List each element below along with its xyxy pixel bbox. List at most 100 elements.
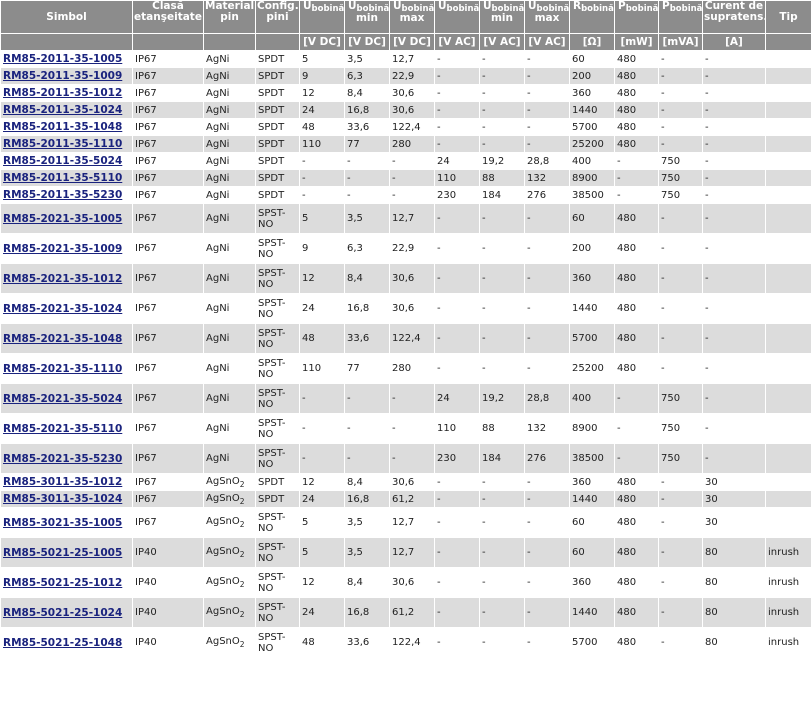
- p-cell: -: [615, 414, 658, 443]
- header-simbol[interactable]: Simbol: [1, 1, 132, 33]
- r-cell: 200: [570, 234, 614, 263]
- material-cell: AgNi: [204, 85, 255, 101]
- p-cell: 480: [615, 51, 658, 67]
- material-cell: AgNi: [204, 187, 255, 203]
- p2-cell: 750: [659, 170, 702, 186]
- material-cell: AgNi: [204, 170, 255, 186]
- p-cell: 480: [615, 85, 658, 101]
- product-link[interactable]: RM85-2011-35-1005: [3, 53, 122, 65]
- u-dc-max-cell: 61,2: [390, 491, 434, 507]
- header-r[interactable]: Rbobină: [570, 1, 614, 33]
- unit-cell: [Ω]: [570, 34, 614, 50]
- product-link[interactable]: RM85-2011-35-1048: [3, 121, 122, 133]
- p2-cell: -: [659, 508, 702, 537]
- u-ac-max-cell: -: [525, 508, 569, 537]
- product-link[interactable]: RM85-3021-35-1005: [3, 517, 122, 529]
- clasa-cell: IP67: [133, 102, 203, 118]
- u-dc-min-cell: 33,6: [345, 119, 389, 135]
- simbol-cell: RM85-2021-35-1012: [1, 264, 132, 293]
- simbol-cell: RM85-3011-35-1024: [1, 491, 132, 507]
- product-link[interactable]: RM85-2021-35-1110: [3, 363, 122, 375]
- curent-cell: -: [703, 153, 765, 169]
- u-ac-max-cell: 28,8: [525, 384, 569, 413]
- material-cell: AgNi: [204, 384, 255, 413]
- u-dc-cell: -: [300, 414, 344, 443]
- header-tip[interactable]: Tip: [766, 1, 811, 33]
- u-ac-min-cell: 88: [480, 170, 524, 186]
- u-ac-cell: -: [435, 85, 479, 101]
- u-dc-cell: 5: [300, 538, 344, 567]
- clasa-cell: IP67: [133, 68, 203, 84]
- config-cell: SPDT: [256, 187, 299, 203]
- header-u-dc-max[interactable]: Ubobină max: [390, 1, 434, 33]
- product-link[interactable]: RM85-2021-35-5110: [3, 423, 122, 435]
- product-link[interactable]: RM85-2021-35-1009: [3, 243, 122, 255]
- product-link[interactable]: RM85-2021-35-1048: [3, 333, 122, 345]
- u-dc-max-cell: 12,7: [390, 538, 434, 567]
- u-ac-max-cell: -: [525, 119, 569, 135]
- p2-cell: -: [659, 354, 702, 383]
- header-p[interactable]: Pbobină: [615, 1, 658, 33]
- clasa-cell: IP67: [133, 204, 203, 233]
- u-ac-max-cell: 132: [525, 414, 569, 443]
- r-cell: 5700: [570, 324, 614, 353]
- product-link[interactable]: RM85-2021-35-1024: [3, 303, 122, 315]
- product-link[interactable]: RM85-2021-35-5230: [3, 453, 122, 465]
- header-curent[interactable]: Curent de supratens.: [703, 1, 765, 33]
- u-dc-min-cell: -: [345, 414, 389, 443]
- header-u-ac-min[interactable]: Ubobină min: [480, 1, 524, 33]
- table-row: RM85-2021-35-1005 IP67 AgNi SPST-NO 5 3,5 12,7…: [1, 204, 811, 233]
- u-dc-cell: 48: [300, 119, 344, 135]
- u-dc-cell: 5: [300, 204, 344, 233]
- header-p2[interactable]: Pbobină: [659, 1, 702, 33]
- product-link[interactable]: RM85-2011-35-5230: [3, 189, 122, 201]
- header-u-ac-max[interactable]: Ubobină max: [525, 1, 569, 33]
- r-cell: 1440: [570, 491, 614, 507]
- product-link[interactable]: RM85-2011-35-5110: [3, 172, 122, 184]
- header-material[interactable]: Material pin: [204, 1, 255, 33]
- product-link[interactable]: RM85-3011-35-1024: [3, 493, 122, 505]
- p2-cell: 750: [659, 444, 702, 473]
- header-config[interactable]: Config. pini: [256, 1, 299, 33]
- u-dc-cell: 9: [300, 68, 344, 84]
- unit-cell: [133, 34, 203, 50]
- u-ac-min-cell: -: [480, 264, 524, 293]
- product-link[interactable]: RM85-2021-35-5024: [3, 393, 122, 405]
- product-link[interactable]: RM85-5021-25-1012: [3, 577, 122, 589]
- u-dc-cell: 24: [300, 598, 344, 627]
- header-u-dc-min[interactable]: Ubobină min: [345, 1, 389, 33]
- material-cell: AgNi: [204, 414, 255, 443]
- p-cell: 480: [615, 598, 658, 627]
- curent-cell: -: [703, 170, 765, 186]
- product-link[interactable]: RM85-2021-35-1012: [3, 273, 122, 285]
- header-u-dc[interactable]: Ubobină: [300, 1, 344, 33]
- simbol-cell: RM85-3021-35-1005: [1, 508, 132, 537]
- config-cell: SPDT: [256, 68, 299, 84]
- header-u-ac[interactable]: Ubobină: [435, 1, 479, 33]
- u-ac-min-cell: 184: [480, 444, 524, 473]
- u-dc-max-cell: -: [390, 187, 434, 203]
- u-ac-cell: -: [435, 508, 479, 537]
- tip-cell: [766, 119, 811, 135]
- u-dc-cell: 48: [300, 628, 344, 657]
- clasa-cell: IP40: [133, 538, 203, 567]
- product-link[interactable]: RM85-5021-25-1005: [3, 547, 122, 559]
- product-link[interactable]: RM85-2021-35-1005: [3, 213, 122, 225]
- product-link[interactable]: RM85-2011-35-1024: [3, 104, 122, 116]
- u-dc-max-cell: 30,6: [390, 264, 434, 293]
- header-clasa[interactable]: Clasă etanşeitate: [133, 1, 203, 33]
- u-ac-cell: -: [435, 474, 479, 490]
- product-link[interactable]: RM85-2011-35-1110: [3, 138, 122, 150]
- table-row: RM85-5021-25-1005 IP40 AgSnO2 SPST-NO 5 3,5 12…: [1, 538, 811, 567]
- u-ac-cell: -: [435, 354, 479, 383]
- clasa-cell: IP40: [133, 598, 203, 627]
- product-link[interactable]: RM85-2011-35-1009: [3, 70, 122, 82]
- product-link[interactable]: RM85-3011-35-1012: [3, 476, 122, 488]
- product-link[interactable]: RM85-2011-35-5024: [3, 155, 122, 167]
- product-link[interactable]: RM85-5021-25-1048: [3, 637, 122, 649]
- u-ac-cell: -: [435, 598, 479, 627]
- product-link[interactable]: RM85-5021-25-1024: [3, 607, 122, 619]
- unit-cell: [V DC]: [390, 34, 434, 50]
- product-link[interactable]: RM85-2011-35-1012: [3, 87, 122, 99]
- tip-cell: [766, 85, 811, 101]
